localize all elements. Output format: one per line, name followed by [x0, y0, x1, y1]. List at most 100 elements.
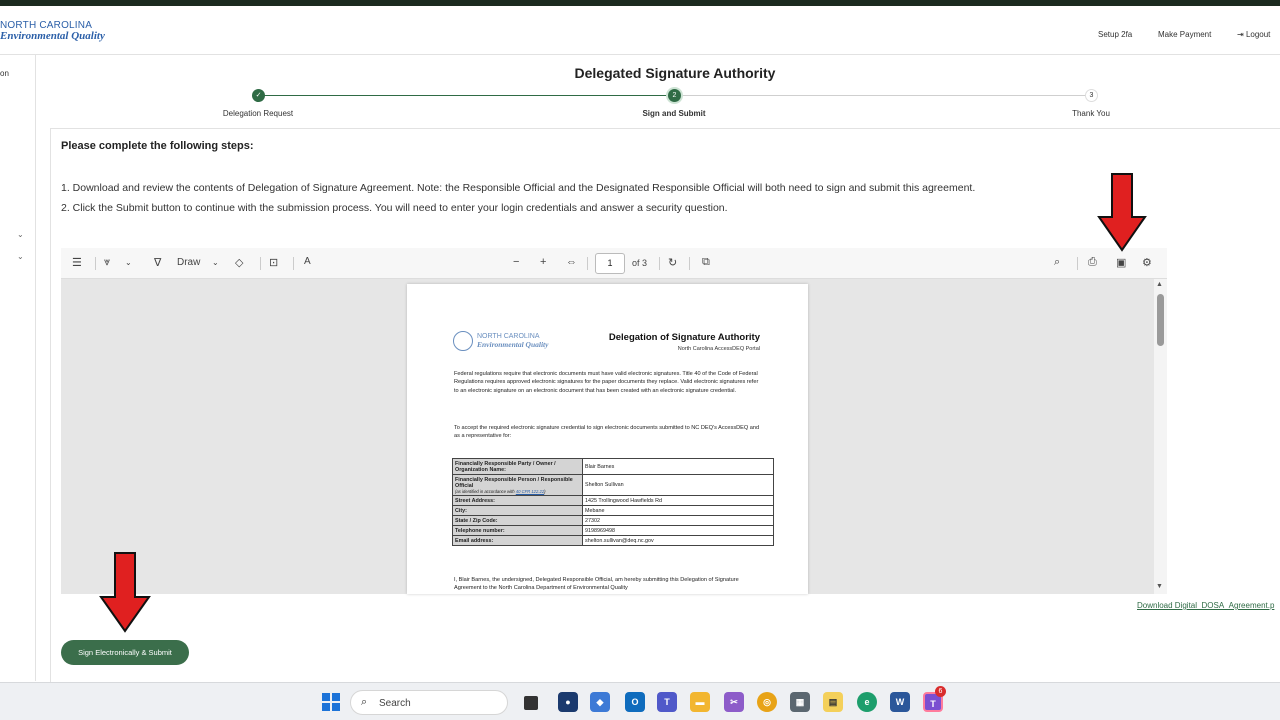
doc-logo-line-1: NORTH CAROLINA — [477, 333, 540, 340]
chrome-icon[interactable]: ◎ — [757, 692, 777, 712]
stepper-line-pending — [674, 95, 1091, 96]
zoom-in-icon[interactable]: + — [540, 256, 546, 268]
edge-icon[interactable]: e — [857, 692, 877, 712]
draw-chevron-down-icon[interactable]: ⌄ — [212, 258, 219, 267]
sticky-notes-icon[interactable]: ▤ — [823, 692, 843, 712]
sidebar-chevron-down-icon[interactable]: ⌄ — [17, 230, 25, 239]
copilot-icon[interactable]: ◆ — [590, 692, 610, 712]
download-agreement-link[interactable]: Download Digital_DOSA_Agreement.p — [1137, 601, 1274, 610]
settings-gear-icon[interactable]: ⚙ — [1142, 256, 1152, 269]
phone-label: Telephone number: — [452, 525, 583, 536]
logout-link[interactable]: ⇥ Logout — [1237, 30, 1270, 39]
email-value: shelton.sullivan@deq.nc.gov — [582, 535, 774, 546]
person-value: Shelton Sullivan — [582, 474, 774, 496]
pdf-page: NORTH CAROLINA Environmental Quality Del… — [407, 284, 808, 594]
ncdeq-logo[interactable]: NORTH CAROLINA Environmental Quality — [0, 20, 105, 42]
read-aloud-icon[interactable]: A — [304, 256, 311, 267]
save-icon[interactable]: ▣ — [1116, 256, 1126, 269]
taskbar-search-input[interactable]: ⌕ Search — [350, 690, 508, 715]
table-row: City: Mebane — [452, 505, 774, 516]
cfr-link[interactable]: 40 CFR 122.22 — [516, 489, 544, 494]
toolbar-separator — [1077, 257, 1078, 270]
instruction-step-2: 2. Click the Submit button to continue w… — [61, 202, 728, 214]
street-label: Street Address: — [452, 495, 583, 506]
calculator-icon[interactable]: ▦ — [790, 692, 810, 712]
doc-logo-line-2: Environmental Quality — [477, 340, 549, 349]
table-row: Telephone number: 9198969498 — [452, 525, 774, 536]
person-note: (as identified in accordance with 40 CFR… — [455, 489, 580, 494]
table-row: State / Zip Code: 27302 — [452, 515, 774, 526]
person-note-end: ) — [544, 488, 546, 494]
highlight-icon[interactable]: ⩔ — [104, 256, 110, 269]
scroll-down-icon[interactable]: ▼ — [1156, 583, 1163, 590]
sign-and-submit-button[interactable]: Sign Electronically & Submit — [61, 640, 189, 665]
draw-icon[interactable]: ∇ — [154, 256, 161, 269]
step-1-check-icon: ✓ — [252, 89, 265, 102]
content-divider — [50, 128, 1280, 129]
representative-table: Financially Responsible Party / Owner / … — [452, 458, 774, 546]
zoom-out-icon[interactable]: − — [513, 256, 519, 268]
step-2-label: Sign and Submit — [642, 109, 706, 118]
logout-icon: ⇥ — [1237, 30, 1244, 39]
city-label: City: — [452, 505, 583, 516]
person-label-cell: Financially Responsible Person / Respons… — [452, 474, 583, 496]
teams-icon[interactable]: T — [657, 692, 677, 712]
page-view-icon[interactable]: ⧉ — [702, 256, 710, 269]
task-view-icon[interactable] — [524, 696, 538, 710]
word-icon[interactable]: W — [890, 692, 910, 712]
site-header: NORTH CAROLINA Environmental Quality Set… — [0, 6, 1280, 55]
doc-paragraph-1: Federal regulations require that electro… — [454, 371, 759, 394]
content-border-left — [50, 128, 51, 682]
sidebar: on ⌄ ⌄ — [0, 55, 36, 681]
toolbar-separator — [293, 257, 294, 270]
text-box-icon[interactable]: ⊡ — [269, 256, 278, 269]
zip-value: 27302 — [582, 515, 774, 526]
stepper-line-complete — [258, 95, 674, 96]
search-icon: ⌕ — [361, 696, 368, 708]
toolbar-separator — [260, 257, 261, 270]
search-icon[interactable]: ⌕ — [1054, 256, 1060, 269]
party-value: Blair Barnes — [582, 458, 774, 475]
step-2-marker: 2 — [668, 89, 681, 102]
zip-label: State / Zip Code: — [452, 515, 583, 526]
rotate-icon[interactable]: ↻ — [668, 256, 677, 269]
pdf-viewer: ☰ ⩔ ⌄ ∇ Draw ⌄ ◇ ⊡ A − + ⇔ 1 of 3 ↻ ⧉ ⌕ … — [61, 248, 1167, 594]
red-arrow-annotation-save — [1097, 173, 1147, 252]
toolbar-separator — [659, 257, 660, 270]
doc-subtitle: North Carolina AccessDEQ Portal — [677, 346, 760, 352]
make-payment-link[interactable]: Make Payment — [1158, 30, 1211, 39]
person-note-text: (as identified in accordance with — [455, 488, 516, 494]
snipping-tool-icon[interactable]: ✂ — [724, 692, 744, 712]
draw-label[interactable]: Draw — [177, 257, 200, 268]
step-1-label: Delegation Request — [222, 109, 294, 118]
highlight-chevron-down-icon[interactable]: ⌄ — [125, 258, 132, 267]
print-icon[interactable]: ⎙ — [1088, 256, 1097, 269]
scroll-up-icon[interactable]: ▲ — [1156, 281, 1163, 288]
windows-start-icon[interactable] — [322, 693, 340, 711]
widgets-icon[interactable]: ● — [558, 692, 578, 712]
party-label: Financially Responsible Party / Owner / … — [452, 458, 583, 475]
file-explorer-icon[interactable]: ▬ — [690, 692, 710, 712]
toolbar-separator — [587, 257, 588, 270]
instructions-heading: Please complete the following steps: — [61, 140, 254, 152]
eraser-icon[interactable]: ◇ — [235, 256, 243, 269]
setup-2fa-link[interactable]: Setup 2fa — [1098, 30, 1132, 39]
windows-taskbar: ⌕ Search ● ◆ O T ▬ ✂ ◎ ▦ ▤ e W T 6 — [0, 682, 1280, 720]
step-3-marker: 3 — [1085, 89, 1098, 102]
red-arrow-annotation-submit — [99, 552, 151, 633]
doc-paragraph-2: To accept the required electronic signat… — [454, 425, 760, 440]
page-title: Delegated Signature Authority — [574, 65, 776, 81]
step-3-label: Thank You — [1072, 109, 1110, 118]
logo-line-2: Environmental Quality — [0, 30, 105, 42]
sidebar-chevron-down-icon-2[interactable]: ⌄ — [17, 252, 25, 261]
table-row: Street Address: 1425 Trollingwood Hawfie… — [452, 495, 774, 506]
fit-page-icon[interactable]: ⇔ — [566, 256, 577, 268]
pdf-scrollbar-thumb[interactable] — [1157, 294, 1164, 346]
page-number-input[interactable]: 1 — [595, 253, 625, 274]
taskbar-search-label: Search — [379, 698, 411, 709]
contents-list-icon[interactable]: ☰ — [72, 256, 82, 269]
outlook-icon[interactable]: O — [625, 692, 645, 712]
doc-ncdeq-logo: NORTH CAROLINA Environmental Quality — [453, 330, 573, 352]
toolbar-separator — [95, 257, 96, 270]
email-label: Email address: — [452, 535, 583, 546]
